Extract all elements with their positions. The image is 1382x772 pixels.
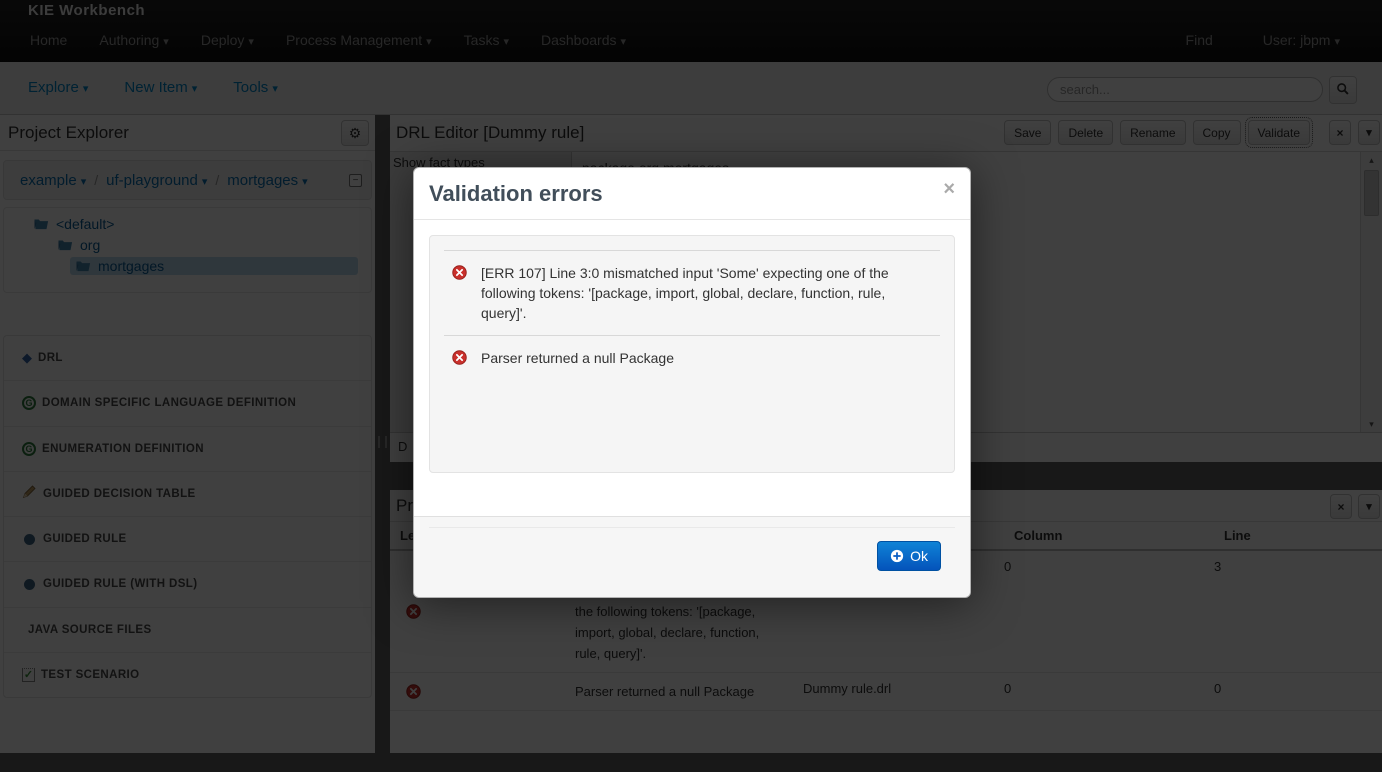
modal-footer: Ok	[414, 516, 970, 597]
ok-label: Ok	[910, 548, 928, 564]
list-item: Parser returned a null Package	[444, 335, 940, 380]
close-icon[interactable]: ×	[943, 180, 955, 198]
list-item: [ERR 107] Line 3:0 mismatched input 'Som…	[444, 250, 940, 335]
error-message: [ERR 107] Line 3:0 mismatched input 'Som…	[481, 263, 934, 323]
footer-divider	[429, 527, 955, 528]
ok-circle-icon	[890, 549, 904, 563]
error-icon	[452, 265, 467, 280]
error-list: [ERR 107] Line 3:0 mismatched input 'Som…	[429, 235, 955, 473]
error-message: Parser returned a null Package	[481, 348, 674, 368]
modal-header: Validation errors ×	[414, 168, 970, 220]
modal-title: Validation errors	[429, 181, 603, 206]
error-icon	[452, 350, 467, 365]
modal-body: [ERR 107] Line 3:0 mismatched input 'Som…	[414, 220, 970, 488]
validation-errors-modal: Validation errors × [ERR 107] Line 3:0 m…	[413, 167, 971, 598]
ok-button[interactable]: Ok	[877, 541, 941, 571]
